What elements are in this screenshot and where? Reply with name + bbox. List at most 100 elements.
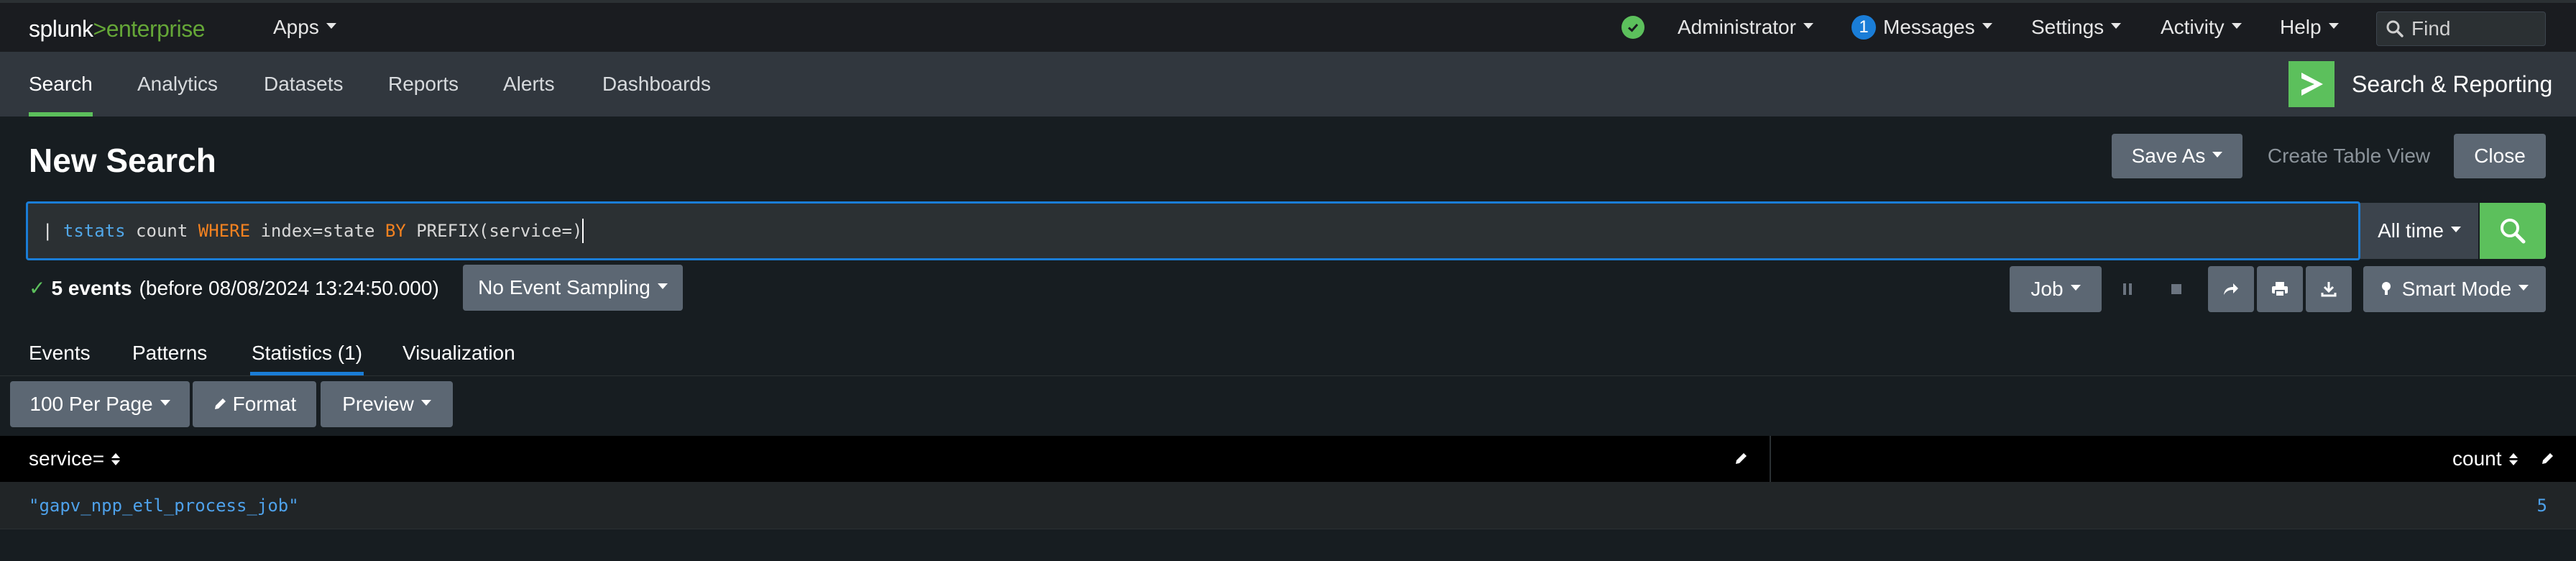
column-header-service[interactable]: service= [29,436,121,482]
app-tab-analytics[interactable]: Analytics [137,52,218,117]
sort-icon[interactable] [2508,452,2518,465]
stop-button[interactable] [2153,266,2199,312]
app-tab-search[interactable]: Search [29,52,93,117]
app-tab-label: Search [29,73,93,95]
app-navigation-bar: Search Analytics Datasets Reports Alerts… [0,52,2576,117]
find-input[interactable]: Find [2376,12,2546,46]
settings-menu[interactable]: Settings [2031,3,2122,52]
chevron-down-icon [2070,285,2081,291]
close-label: Close [2474,145,2526,167]
settings-menu-label: Settings [2031,16,2104,38]
app-tab-reports[interactable]: Reports [388,52,459,117]
search-query-input[interactable]: | tstats count WHERE index=state BY PREF… [26,201,2360,260]
table-cell-service[interactable]: "gapv_npp_etl_process_job" [29,482,299,529]
tab-statistics[interactable]: Statistics (1) [249,331,364,375]
chevron-down-icon [420,400,431,406]
table-row: "gapv_npp_etl_process_job" 5 [0,482,2576,529]
sort-icon[interactable] [111,452,121,465]
app-name[interactable]: Search & Reporting [2352,52,2552,117]
app-tab-dashboards[interactable]: Dashboards [602,52,711,117]
activity-menu-label: Activity [2161,16,2225,38]
save-as-button[interactable]: Save As [2112,134,2242,178]
print-button[interactable] [2257,266,2303,312]
per-page-dropdown[interactable]: 100 Per Page [10,381,190,427]
edit-column-button[interactable] [1734,436,1748,482]
chevron-down-icon [1803,23,1813,29]
chevron-down-icon [2231,23,2242,29]
job-menu-label: Job [2030,278,2064,300]
activity-menu[interactable]: Activity [2161,3,2242,52]
app-tab-label: Alerts [503,73,555,95]
per-page-label: 100 Per Page [29,393,153,415]
help-menu[interactable]: Help [2280,3,2339,52]
app-logo[interactable] [2288,61,2334,107]
job-status: ✓ 5 events (before 08/08/2024 13:24:50.0… [29,276,439,300]
page-title: New Search [29,142,216,179]
edit-column-button[interactable] [2540,436,2554,482]
job-menu-button[interactable]: Job [2010,266,2102,312]
preview-label: Preview [342,393,414,415]
chevron-down-icon [2450,227,2461,232]
checkmark-icon: ✓ [29,277,46,299]
chevron-down-icon [2518,285,2529,291]
app-tab-label: Dashboards [602,73,711,95]
apps-menu-label: Apps [273,16,319,38]
messages-count-badge: 1 [1852,15,1876,40]
brand-main: splunk [29,16,93,42]
events-detail: (before 08/08/2024 13:24:50.000) [139,276,439,299]
query-text: PREFIX(service=) [405,221,583,241]
splunk-logo[interactable]: splunk>enterprise [29,16,205,42]
format-button[interactable]: Format [193,381,316,427]
column-header-count[interactable]: count [2452,436,2518,482]
close-button[interactable]: Close [2454,134,2546,178]
brand-separator: > [93,16,107,42]
time-range-picker[interactable]: All time [2360,203,2478,259]
health-status-indicator[interactable] [1622,3,1644,52]
search-icon [2386,20,2404,37]
messages-menu-label: Messages [1883,16,1975,38]
pencil-icon [214,398,226,409]
tab-label: Patterns [132,342,208,364]
user-menu[interactable]: Administrator [1678,3,1813,52]
events-count: 5 events [51,276,132,299]
time-range-label: All time [2378,219,2444,242]
search-icon [2501,219,2526,244]
download-icon [2321,282,2337,297]
query-keyword: BY [385,221,406,241]
lightbulb-icon [2381,282,2391,295]
print-icon [2272,282,2288,297]
brand-product: enterprise [106,16,206,42]
tab-visualization[interactable]: Visualization [402,331,515,375]
search-submit-button[interactable] [2480,203,2546,259]
create-table-view-button[interactable]: Create Table View [2258,134,2439,178]
chevron-down-icon [160,400,170,406]
share-button[interactable] [2208,266,2254,312]
share-icon [2224,283,2238,295]
pause-icon [2123,283,2132,295]
column-header-label: count [2452,447,2502,470]
app-tab-datasets[interactable]: Datasets [264,52,344,117]
messages-menu[interactable]: 1 Messages [1852,3,1992,52]
query-keyword: WHERE [198,221,251,241]
query-text: index=state [250,221,385,241]
preview-dropdown[interactable]: Preview [321,381,453,427]
user-menu-label: Administrator [1678,16,1796,38]
check-circle-icon [1622,16,1644,39]
search-mode-dropdown[interactable]: Smart Mode [2363,266,2546,312]
pause-button[interactable] [2104,266,2150,312]
find-placeholder: Find [2411,17,2451,40]
app-tab-alerts[interactable]: Alerts [503,52,555,117]
column-header-label: service= [29,447,105,470]
app-tab-label: Datasets [264,73,344,95]
apps-menu[interactable]: Apps [273,3,336,52]
column-divider[interactable] [1770,436,1771,482]
help-menu-label: Help [2280,16,2322,38]
table-cell-count[interactable]: 5 [2537,482,2547,529]
export-button[interactable] [2306,266,2352,312]
event-sampling-dropdown[interactable]: No Event Sampling [463,265,683,311]
event-sampling-label: No Event Sampling [478,276,650,298]
chevron-down-icon [326,23,336,29]
tab-patterns[interactable]: Patterns [132,331,207,375]
tab-events[interactable]: Events [29,331,91,375]
search-mode-label: Smart Mode [2401,278,2512,300]
